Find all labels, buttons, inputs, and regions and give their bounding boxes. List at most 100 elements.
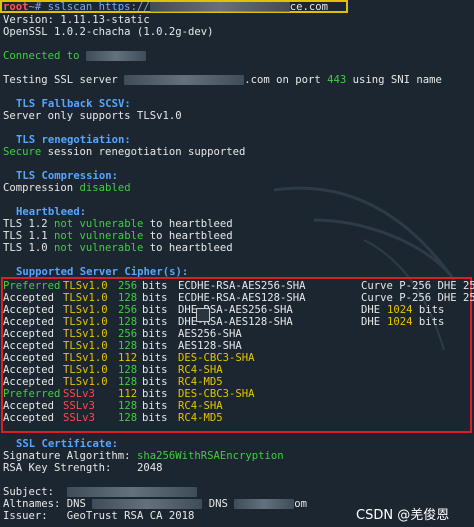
cipher-state: Accepted (3, 328, 55, 340)
cipher-state: Preferred (3, 388, 61, 400)
heartbleed-ver: TLS 1.0 (3, 242, 55, 254)
cipher-dhe-detail: 1024 bits (387, 304, 444, 316)
fallback-text: Server only supports TLSv1.0 (3, 110, 182, 122)
cipher-proto: TLSv1.0 (63, 364, 108, 376)
cipher-bits: 256 (118, 328, 138, 340)
cipher-proto: SSLv3 (63, 412, 95, 424)
subject-label: Subject: (3, 486, 67, 498)
version-line: Version: 1.11.13-static (3, 14, 150, 26)
cipher-bits: 128 (118, 340, 138, 352)
certificate-heading: SSL Certificate: (16, 438, 119, 450)
cipher-bits: 256 (118, 280, 138, 292)
cipher-dhe-size: 1024 (387, 316, 413, 328)
altnames-line: Altnames: DNS DNS om (3, 498, 307, 510)
issuer-label: Issuer: (3, 510, 67, 522)
issuer-line: Issuer: GeoTrust RSA CA 2018 (3, 510, 194, 522)
cipher-state: Accepted (3, 364, 55, 376)
cipher-unit: bits (142, 280, 168, 292)
cipher-proto: TLSv1.0 (63, 304, 108, 316)
key-strength-label: RSA Key Strength: (3, 462, 137, 474)
key-strength-value: 2048 (136, 462, 163, 474)
cipher-state: Accepted (3, 304, 55, 316)
cipher-extra: DHE (361, 316, 387, 328)
cipher-bits: 112 (118, 388, 138, 400)
cipher-proto: SSLv3 (63, 388, 95, 400)
cipher-unit: bits (142, 340, 168, 352)
redacted-altname-2 (234, 499, 295, 509)
cipher-unit: bits (142, 352, 168, 364)
cipher-dhe-unit: bits (412, 316, 445, 328)
cipher-proto: TLSv1.0 (63, 352, 108, 364)
signature-value: sha256WithRSAEncryption (136, 450, 284, 462)
cipher-unit: bits (142, 376, 168, 388)
connected-text: Connected to (3, 50, 80, 62)
altnames-value: DNS (66, 498, 86, 510)
heartbleed-rest: to heartbleed (143, 242, 233, 254)
cipher-bits: 128 (118, 364, 138, 376)
heartbleed-row: TLS 1.1 not vulnerable to heartbleed (3, 230, 233, 242)
cipher-unit: bits (142, 388, 168, 400)
cipher-cipher: AES128-SHA (178, 340, 242, 352)
heartbleed-status: not vulnerable (54, 218, 144, 230)
prompt-user: root (3, 1, 29, 13)
command-text: ~# sslscan https:// (28, 1, 150, 13)
cipher-state: Accepted (3, 412, 55, 424)
cipher-extra: DHE (361, 304, 387, 316)
heartbleed-ver: TLS 1.2 (3, 218, 55, 230)
command-host-suffix: ce.com (289, 1, 328, 13)
cipher-proto: TLSv1.0 (63, 340, 108, 352)
cipher-state: Preferred (3, 280, 61, 292)
heartbleed-status: not vulnerable (54, 230, 144, 242)
cipher-extra: Curve P-256 DHE 256 (361, 292, 474, 304)
cipher-bits: 256 (118, 304, 138, 316)
subject-line: Subject: (3, 486, 197, 498)
cipher-proto: TLSv1.0 (63, 376, 108, 388)
cipher-unit: bits (142, 292, 168, 304)
terminal-window[interactable]: root~# sslscan https:// ce.com Version: 1… (0, 0, 474, 527)
cipher-state: Accepted (3, 292, 55, 304)
cipher-state: Accepted (3, 352, 55, 364)
altnames-label: Altnames: (3, 498, 67, 510)
cipher-cipher: AES256-SHA (178, 328, 242, 340)
cipher-proto: TLSv1.0 (63, 280, 108, 292)
cipher-cipher: RC4-MD5 (178, 376, 223, 388)
testing-mid: on port (269, 74, 328, 86)
renegotiation-line: Secure session renegotiation supported (3, 146, 245, 158)
compression-status: disabled (79, 182, 131, 194)
renegotiation-rest: session renegotiation supported (41, 146, 246, 158)
redacted-server (124, 75, 245, 85)
renegotiation-heading: TLS renegotiation: (16, 134, 131, 146)
redacted-altname-1 (92, 499, 203, 509)
testing-prefix: Testing SSL server (3, 74, 125, 86)
cipher-bits: 128 (118, 412, 138, 424)
cipher-proto: SSLv3 (63, 400, 95, 412)
altnames-mid: DNS (208, 498, 228, 510)
cipher-cipher: RC4-SHA (178, 364, 223, 376)
fallback-heading: TLS Fallback SCSV: (16, 98, 131, 110)
cipher-unit: bits (142, 304, 168, 316)
redacted-host (149, 2, 290, 12)
testing-tail: using SNI name (346, 74, 442, 86)
renegotiation-status: Secure (3, 146, 42, 158)
heartbleed-ver: TLS 1.1 (3, 230, 55, 242)
heartbleed-heading: Heartbleed: (16, 206, 87, 218)
cipher-cipher: DES-CBC3-SHA (178, 352, 255, 364)
cipher-unit: bits (142, 316, 168, 328)
heartbleed-rest: to heartbleed (143, 230, 233, 242)
cipher-cipher: DES-CBC3-SHA (178, 388, 255, 400)
csdn-watermark: CSDN @羌俊恩 (356, 508, 450, 523)
cipher-bits: 128 (118, 376, 138, 388)
cipher-proto: TLSv1.0 (63, 292, 108, 304)
heartbleed-row: TLS 1.0 not vulnerable to heartbleed (3, 242, 233, 254)
cipher-state: Accepted (3, 400, 55, 412)
compression-label: Compression (3, 182, 80, 194)
cipher-dhe-size: 1024 (387, 304, 413, 316)
redacted-ip (85, 51, 146, 61)
heartbleed-row: TLS 1.2 not vulnerable to heartbleed (3, 218, 233, 230)
redacted-subject (66, 487, 197, 497)
prompt-line: root~# sslscan https:// ce.com (3, 1, 328, 13)
testing-host-suffix: .com (244, 74, 270, 86)
openssl-line: OpenSSL 1.0.2-chacha (1.0.2g-dev) (3, 26, 214, 38)
cipher-extra: Curve P-256 DHE 256 (361, 280, 474, 292)
issuer-value: GeoTrust RSA CA 2018 (66, 510, 195, 522)
